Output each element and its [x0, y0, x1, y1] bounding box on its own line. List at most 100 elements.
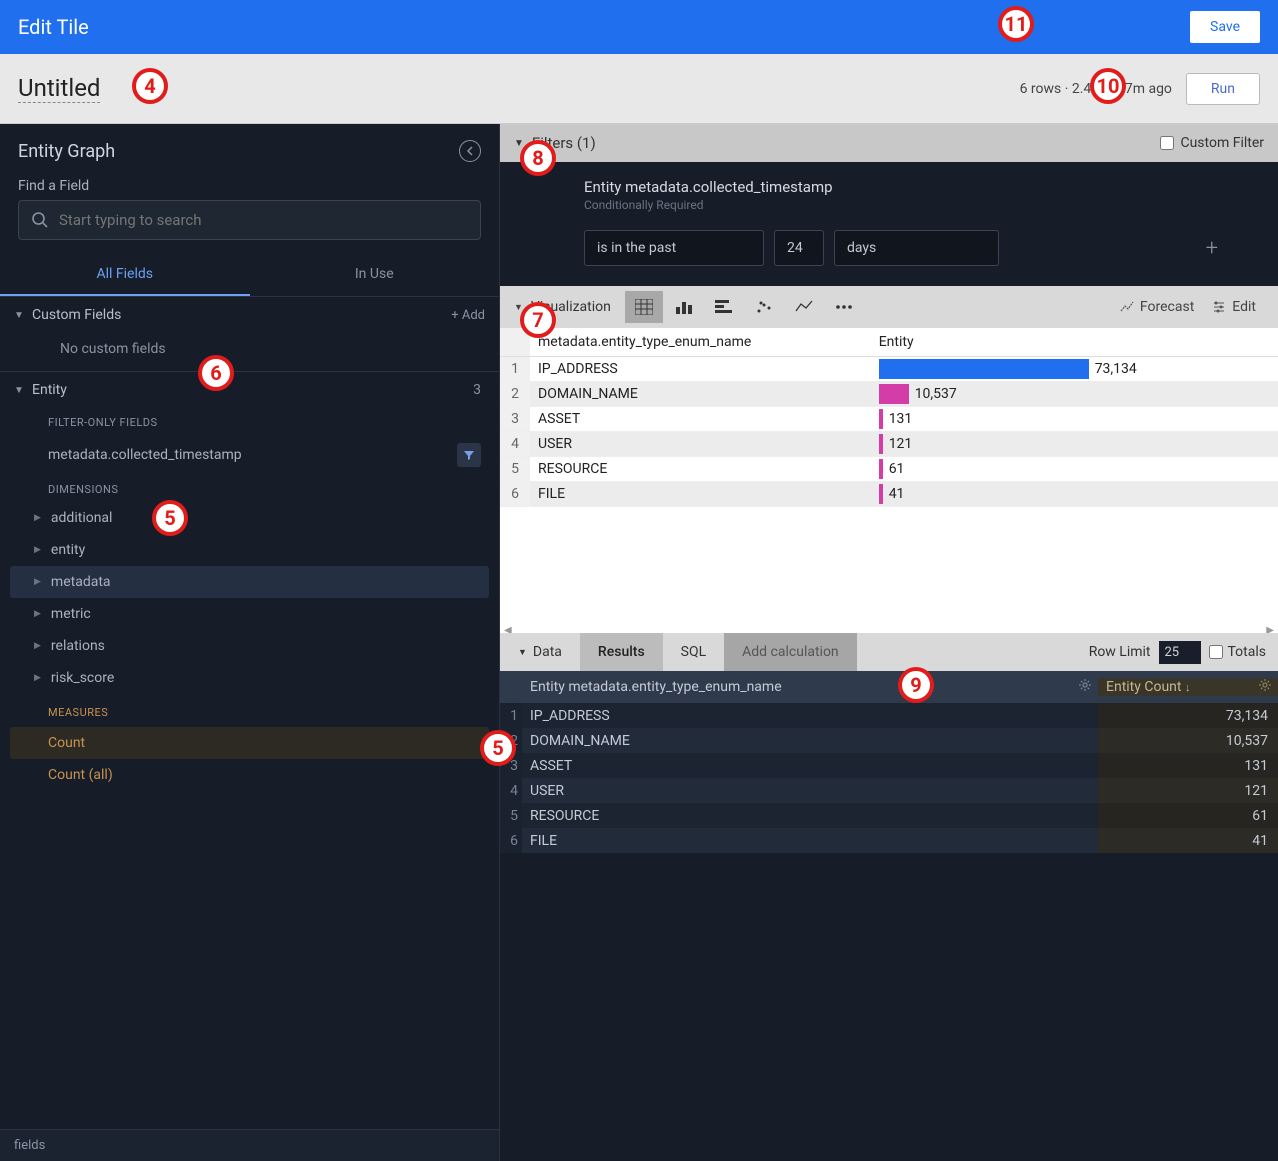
edit-viz-button[interactable]: Edit [1204, 299, 1264, 315]
viz-col-rownum [500, 328, 530, 357]
viz-type-line-icon[interactable] [785, 291, 823, 323]
results-row[interactable]: 1IP_ADDRESS73,134 [500, 703, 1278, 728]
results-row[interactable]: 3ASSET131 [500, 753, 1278, 778]
viz-type-scatter-icon[interactable] [745, 291, 783, 323]
caret-down-icon: ▼ [514, 302, 523, 313]
caret-down-icon: ▼ [14, 385, 24, 396]
search-icon [31, 211, 49, 229]
viz-row[interactable]: 3ASSET131 [500, 407, 1278, 432]
filter-body: Entity metadata.collected_timestamp Cond… [500, 162, 1278, 286]
caret-down-icon: ▼ [514, 138, 524, 149]
entity-label: Entity [32, 382, 67, 398]
data-tab-results[interactable]: Results [580, 633, 663, 671]
viz-type-hbar-icon[interactable] [705, 291, 743, 323]
forecast-button[interactable]: Forecast [1112, 299, 1202, 315]
filter-value-input[interactable]: 24 [774, 230, 824, 266]
sliders-icon [1212, 300, 1226, 314]
filter-field-title: Entity metadata.collected_timestamp [584, 178, 1248, 196]
row-limit-input[interactable] [1159, 641, 1201, 664]
gear-icon[interactable] [1258, 678, 1272, 696]
viz-row-bar: 73,134 [871, 357, 1278, 382]
tab-in-use[interactable]: In Use [250, 254, 500, 296]
data-tab-sql[interactable]: SQL [663, 633, 724, 671]
results-row[interactable]: 4USER121 [500, 778, 1278, 803]
results-row-name: IP_ADDRESS [522, 703, 1098, 728]
query-status: 6 rows · 2.489s · 7m ago [1020, 81, 1172, 97]
sidebar-footer: fields [0, 1129, 499, 1161]
measure-count-all[interactable]: Count (all) [0, 759, 499, 791]
custom-fields-header[interactable]: ▼Custom Fields + Add [0, 297, 499, 333]
viz-row[interactable]: 2DOMAIN_NAME10,537 [500, 382, 1278, 407]
titlebar: Untitled 6 rows · 2.489s · 7m ago Run [0, 54, 1278, 124]
dimension-entity[interactable]: ▶entity [0, 534, 499, 566]
custom-filter-toggle[interactable]: Custom Filter [1160, 135, 1264, 151]
search-field[interactable] [18, 200, 481, 240]
viz-type-table-icon[interactable] [625, 291, 663, 323]
filter-unit-select[interactable]: days [834, 230, 999, 266]
viz-row-name: IP_ADDRESS [530, 357, 871, 382]
results-row-name: ASSET [522, 753, 1098, 778]
run-button[interactable]: Run [1186, 73, 1260, 105]
search-input[interactable] [59, 211, 468, 229]
results-row-name: USER [522, 778, 1098, 803]
dimension-additional[interactable]: ▶additional [0, 502, 499, 534]
filter-icon[interactable] [457, 443, 481, 467]
totals-label: Totals [1228, 644, 1267, 660]
add-calculation-button[interactable]: Add calculation [724, 633, 857, 671]
filter-field-collected-timestamp[interactable]: metadata.collected_timestamp [0, 435, 499, 475]
viz-horizontal-scrollbar[interactable]: ◀▶ [504, 625, 1274, 633]
totals-checkbox[interactable] [1209, 645, 1223, 659]
viz-row[interactable]: 6FILE41 [500, 482, 1278, 507]
save-button[interactable]: Save [1190, 11, 1260, 43]
add-filter-button[interactable]: + [1206, 236, 1218, 261]
collapse-sidebar-icon[interactable] [459, 140, 481, 162]
viz-col-name[interactable]: metadata.entity_type_enum_name [530, 328, 871, 357]
dimension-relations[interactable]: ▶relations [0, 630, 499, 662]
dim-label: entity [51, 542, 85, 558]
results-row[interactable]: 2DOMAIN_NAME10,537 [500, 728, 1278, 753]
chevron-left-icon [466, 146, 474, 156]
filter-operator-select[interactable]: is in the past [584, 230, 764, 266]
viz-row-name: DOMAIN_NAME [530, 382, 871, 407]
results-row[interactable]: 6FILE41 [500, 828, 1278, 853]
viz-type-bar-icon[interactable] [665, 291, 703, 323]
results-row[interactable]: 5RESOURCE61 [500, 803, 1278, 828]
entity-count: 3 [473, 382, 481, 398]
visualization-label: Visualization [531, 299, 611, 315]
filter-field-subtitle: Conditionally Required [584, 198, 1248, 212]
results-row-count: 41 [1098, 828, 1278, 853]
results-col-count[interactable]: Entity Count [1106, 679, 1181, 695]
caret-down-icon: ▼ [14, 310, 24, 321]
gear-icon[interactable] [1078, 678, 1092, 696]
add-custom-field-button[interactable]: + Add [451, 308, 485, 323]
viz-row-name: USER [530, 432, 871, 457]
viz-row[interactable]: 5RESOURCE61 [500, 457, 1278, 482]
right-panel: ▼ Filters (1) Custom Filter Entity metad… [500, 124, 1278, 1161]
caret-down-icon: ▼ [518, 647, 527, 658]
viz-row-number: 6 [500, 482, 530, 507]
results-col-name[interactable]: Entity metadata.entity_type_enum_name [530, 679, 782, 695]
viz-row-bar: 131 [871, 407, 1278, 432]
results-row-count: 61 [1098, 803, 1278, 828]
data-tab-data[interactable]: ▼Data [500, 633, 580, 671]
custom-filter-checkbox[interactable] [1160, 136, 1174, 150]
tab-all-fields[interactable]: All Fields [0, 254, 250, 296]
viz-col-entity[interactable]: Entity [871, 328, 1278, 357]
dimension-metadata[interactable]: ▶metadata [10, 566, 489, 598]
entity-section-header[interactable]: ▼ Entity 3 [0, 371, 499, 408]
dimension-metric[interactable]: ▶metric [0, 598, 499, 630]
filters-bar[interactable]: ▼ Filters (1) Custom Filter [500, 124, 1278, 162]
viz-type-more-icon[interactable] [825, 291, 863, 323]
totals-toggle[interactable]: Totals [1209, 644, 1267, 660]
viz-row[interactable]: 4USER121 [500, 432, 1278, 457]
measures-header: MEASURES [0, 694, 499, 727]
viz-row-name: ASSET [530, 407, 871, 432]
dimension-risk-score[interactable]: ▶risk_score [0, 662, 499, 694]
tile-title-input[interactable]: Untitled [18, 74, 100, 103]
results-header: Entity metadata.entity_type_enum_name En… [500, 671, 1278, 703]
sidebar-title: Entity Graph [18, 141, 115, 162]
dimensions-header: DIMENSIONS [0, 475, 499, 502]
viz-row[interactable]: 1IP_ADDRESS73,134 [500, 357, 1278, 382]
measure-count[interactable]: Count [10, 727, 489, 759]
filter-only-fields-header: FILTER-ONLY FIELDS [0, 408, 499, 435]
